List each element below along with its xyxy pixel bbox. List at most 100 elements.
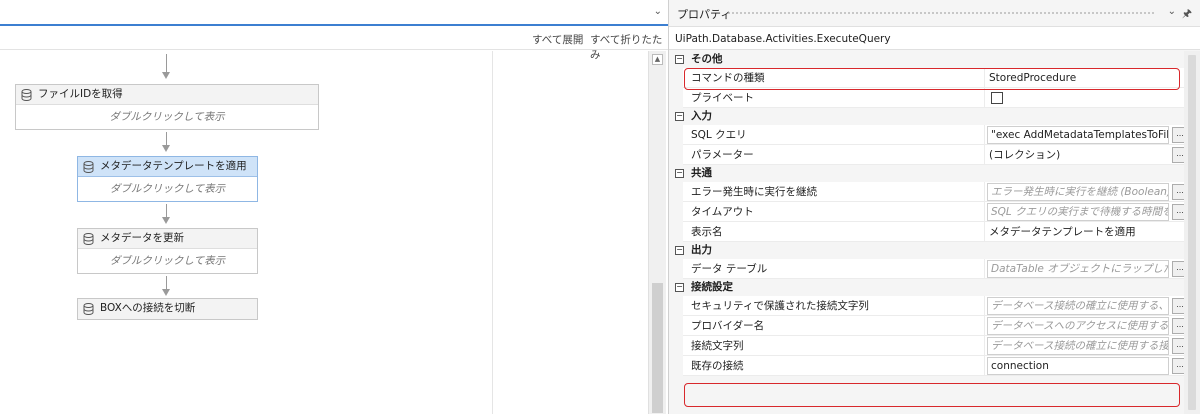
sequence-divider (492, 51, 493, 414)
category-connection[interactable]: − 接続設定 (669, 279, 1200, 296)
category-output[interactable]: − 出力 (669, 242, 1200, 259)
activity-header: BOXへの接続を切断 (78, 299, 257, 319)
activity-update-metadata[interactable]: メタデータを更新 ダブルクリックして表示 (77, 228, 258, 274)
prop-value[interactable]: メタデータテンプレートを適用 (985, 222, 1200, 242)
prop-value: データベース接続の確立に使用する接続 ... (985, 336, 1200, 356)
activity-body-hint: ダブルクリックして表示 (109, 255, 226, 267)
collapse-icon[interactable]: − (675, 246, 684, 255)
prop-provider-name[interactable]: プロバイダー名 データベースへのアクセスに使用するデータ ... (669, 316, 1200, 336)
connector (166, 204, 167, 217)
prop-connection-string[interactable]: 接続文字列 データベース接続の確立に使用する接続 ... (669, 336, 1200, 356)
continue-on-error-input[interactable]: エラー発生時に実行を継続 (Boolean) (987, 183, 1169, 201)
prop-existing-connection[interactable]: 既存の接続 connection ... (669, 356, 1200, 376)
prop-value (985, 88, 1200, 108)
properties-scrollbar[interactable] (1184, 51, 1200, 414)
prop-data-table[interactable]: データ テーブル DataTable オブジェクトにラップした SQL . ..… (669, 259, 1200, 279)
prop-sql-query[interactable]: SQL クエリ "exec AddMetadataTemplatesToFile… (669, 125, 1200, 145)
scrollbar-thumb[interactable] (652, 283, 663, 413)
prop-name: 接続文字列 (683, 336, 985, 356)
prop-name: プロバイダー名 (683, 316, 985, 336)
category-label: 入力 (691, 110, 712, 122)
prop-name: パラメーター (683, 145, 985, 165)
designer-scrollbar[interactable]: ▲ (648, 51, 666, 414)
existing-connection-input[interactable]: connection (987, 357, 1169, 375)
activity-type-name: UiPath.Database.Activities.ExecuteQuery (669, 26, 1200, 50)
prop-display-name[interactable]: 表示名 メタデータテンプレートを適用 (669, 222, 1200, 242)
connector (166, 276, 167, 289)
prop-parameters[interactable]: パラメーター (コレクション) ... (669, 145, 1200, 165)
expand-all-button[interactable]: すべて展開 (532, 32, 583, 47)
activity-header: メタデータを更新 (78, 229, 257, 249)
prop-value: データベース接続の確立に使用する、Sec ... (985, 296, 1200, 316)
arrow-down-icon (162, 289, 170, 296)
prop-value: connection ... (985, 356, 1200, 376)
collapse-icon[interactable]: − (675, 55, 684, 64)
properties-panel: プロパティ ⌄ 🖈 UiPath.Database.Activities.Exe… (668, 0, 1200, 414)
collapse-icon[interactable]: − (675, 283, 684, 292)
display-name-value[interactable]: メタデータテンプレートを適用 (989, 222, 1136, 241)
category-misc[interactable]: − その他 (669, 51, 1200, 68)
prop-name: セキュリティで保護された接続文字列 (683, 296, 985, 316)
connection-string-input[interactable]: データベース接続の確立に使用する接続 (987, 337, 1169, 355)
prop-value: DataTable オブジェクトにラップした SQL . ... (985, 259, 1200, 279)
prop-continue-on-error[interactable]: エラー発生時に実行を継続 エラー発生時に実行を継続 (Boolean) ... (669, 182, 1200, 202)
prop-name: 既存の接続 (683, 356, 985, 376)
activity-header: ファイルIDを取得 (16, 85, 318, 105)
prop-value: (コレクション) ... (985, 145, 1200, 165)
category-label: 出力 (691, 244, 712, 256)
designer-tab-strip: ⌄ (0, 0, 668, 26)
connector (166, 54, 167, 72)
grip-dots (727, 11, 1154, 15)
database-icon (21, 89, 32, 101)
category-common[interactable]: − 共通 (669, 165, 1200, 182)
chevron-down-icon[interactable]: ⌄ (1168, 6, 1176, 17)
secure-connection-input[interactable]: データベース接続の確立に使用する、Sec (987, 297, 1169, 315)
arrow-down-icon (162, 145, 170, 152)
activity-get-file-id[interactable]: ファイルIDを取得 ダブルクリックして表示 (15, 84, 319, 130)
property-grid: − その他 コマンドの種類 StoredProcedure プライベート − 入力 … (669, 51, 1200, 376)
prop-name: エラー発生時に実行を継続 (683, 182, 985, 202)
category-label: 共通 (691, 167, 712, 179)
collapse-icon[interactable]: − (675, 169, 684, 178)
collapse-icon[interactable]: − (675, 112, 684, 121)
designer-toolbar: すべて展開 すべて折りたたみ (0, 28, 668, 61)
prop-value: データベースへのアクセスに使用するデータ ... (985, 316, 1200, 336)
prop-timeout[interactable]: タイムアウト SQL クエリの実行まで待機する時間をミ ... (669, 202, 1200, 222)
sql-query-input[interactable]: "exec AddMetadataTemplatesToFile (987, 126, 1169, 144)
parameters-value: (コレクション) (989, 149, 1061, 161)
prop-value: "exec AddMetadataTemplatesToFile ... (985, 125, 1200, 145)
scroll-up-icon[interactable]: ▲ (652, 54, 663, 65)
chevron-down-icon[interactable]: ⌄ (654, 6, 662, 17)
database-icon (83, 233, 94, 245)
category-input[interactable]: − 入力 (669, 108, 1200, 125)
prop-name: SQL クエリ (683, 125, 985, 145)
timeout-input[interactable]: SQL クエリの実行まで待機する時間をミ (987, 203, 1169, 221)
activity-disconnect-box[interactable]: BOXへの接続を切断 (77, 298, 258, 320)
database-icon (83, 303, 94, 315)
category-label: その他 (691, 53, 723, 65)
category-label: 接続設定 (691, 281, 733, 293)
workflow-designer: ⌄ すべて展開 すべて折りたたみ ファイルIDを取得 ダブルクリックして表示 メ… (0, 0, 668, 414)
highlight-command-type (684, 68, 1180, 90)
activity-apply-metadata-template[interactable]: メタデータテンプレートを適用 ダブルクリックして表示 (77, 156, 258, 202)
prop-value: エラー発生時に実行を継続 (Boolean) ... (985, 182, 1200, 202)
data-table-input[interactable]: DataTable オブジェクトにラップした SQL . (987, 260, 1169, 278)
prop-private[interactable]: プライベート (669, 88, 1200, 108)
activity-body-hint: ダブルクリックして表示 (109, 183, 226, 195)
provider-name-input[interactable]: データベースへのアクセスに使用するデータ (987, 317, 1169, 335)
activity-body-hint: ダブルクリックして表示 (109, 111, 225, 123)
activity-title: メタデータを更新 (100, 232, 184, 244)
activity-header: メタデータテンプレートを適用 (78, 157, 257, 177)
prop-value: SQL クエリの実行まで待機する時間をミ ... (985, 202, 1200, 222)
activity-title: ファイルIDを取得 (38, 88, 123, 100)
prop-name: 表示名 (683, 222, 985, 242)
panel-title: プロパティ (677, 8, 732, 21)
prop-name: プライベート (683, 88, 985, 108)
pin-icon[interactable]: 🖈 (1182, 5, 1192, 24)
prop-name: データ テーブル (683, 259, 985, 279)
activity-title: メタデータテンプレートを適用 (100, 160, 247, 172)
prop-secure-connection-string[interactable]: セキュリティで保護された接続文字列 データベース接続の確立に使用する、Sec .… (669, 296, 1200, 316)
arrow-down-icon (162, 72, 170, 79)
scrollbar-thumb[interactable] (1188, 55, 1196, 410)
private-checkbox[interactable] (991, 92, 1003, 104)
